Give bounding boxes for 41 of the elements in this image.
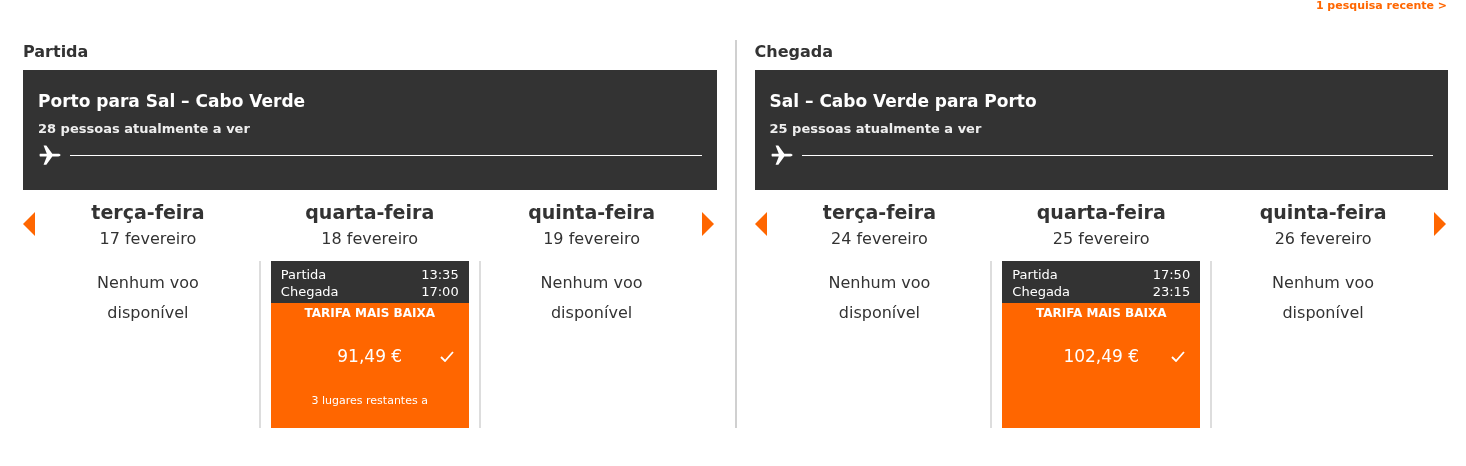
next-arrow[interactable] xyxy=(702,212,717,236)
no-flight-text: Nenhum voo disponível xyxy=(827,272,932,324)
no-flight-text: Nenhum voo disponível xyxy=(95,272,200,324)
fare-label: TARIFA MAIS BAIXA xyxy=(304,306,435,320)
departure-time: 13:35 xyxy=(421,266,459,283)
day-name: quinta-feira xyxy=(528,200,655,224)
arrival-time: 17:00 xyxy=(421,283,459,300)
departure-label: Partida xyxy=(280,266,327,283)
day-name: quarta-feira xyxy=(1036,200,1166,224)
previous-arrow[interactable] xyxy=(754,212,769,236)
day-date: 25 fevereiro xyxy=(1052,228,1150,250)
departure-time: 17:50 xyxy=(1152,266,1191,283)
day-date: 17 fevereiro xyxy=(99,228,197,250)
day-name: terça-feira xyxy=(822,200,936,224)
arrival-label: Chegada xyxy=(280,283,339,300)
no-flight-text: Nenhum voo disponível xyxy=(1271,272,1376,324)
seats-note: 3 lugares restantes a xyxy=(311,394,428,407)
day-date: 26 fevereiro xyxy=(1274,228,1372,250)
day-name: quinta-feira xyxy=(1259,200,1387,224)
next-arrow[interactable] xyxy=(1434,212,1448,236)
fare-price: 91,49 € xyxy=(337,346,403,366)
fare-label: TARIFA MAIS BAIXA xyxy=(1036,306,1167,320)
viewers-count: 25 pessoas atualmente a ver xyxy=(769,121,983,136)
leg-heading: Chegada xyxy=(754,41,834,63)
departure-label: Partida xyxy=(1012,266,1058,283)
day-name: terça-feira xyxy=(91,200,205,224)
no-flight-text: Nenhum voo disponível xyxy=(539,272,644,324)
day-name: quarta-feira xyxy=(305,200,435,224)
arrival-time: 23:15 xyxy=(1152,283,1191,300)
fare-price: 102,49 € xyxy=(1063,346,1140,366)
viewers-count: 28 pessoas atualmente a ver xyxy=(38,121,251,136)
day-date: 19 fevereiro xyxy=(543,228,640,250)
airplane-icon xyxy=(38,144,62,166)
route-title: Porto para Sal – Cabo Verde xyxy=(38,90,307,112)
leg-heading: Partida xyxy=(23,41,90,63)
day-date: 24 fevereiro xyxy=(831,228,928,250)
arrival-label: Chegada xyxy=(1012,283,1071,300)
airplane-icon xyxy=(769,144,794,166)
day-date: 18 fevereiro xyxy=(321,228,419,250)
route-title: Sal – Cabo Verde para Porto xyxy=(769,90,1038,112)
previous-arrow[interactable] xyxy=(23,212,37,236)
